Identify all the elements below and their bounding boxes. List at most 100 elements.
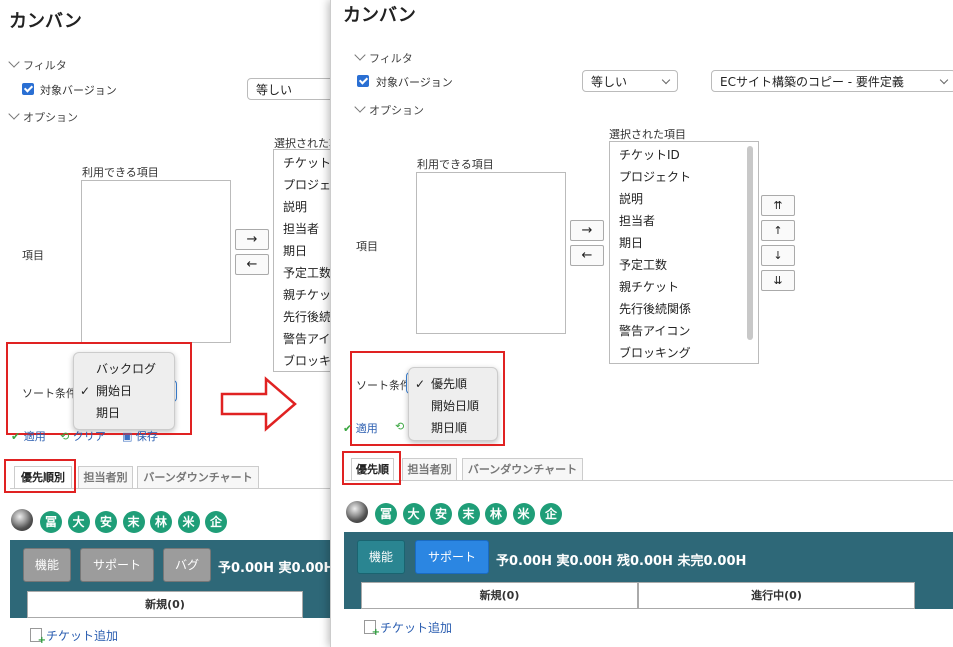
tracker-support-button[interactable]: サポート [80, 548, 154, 582]
add-document-icon [364, 620, 380, 638]
check-icon: ✔ [11, 430, 21, 443]
selected-item[interactable]: 警告アイコン [610, 320, 758, 342]
add-item-button[interactable]: → [235, 229, 269, 250]
selected-item[interactable]: 説明 [610, 188, 758, 210]
remove-item-button[interactable]: ← [235, 254, 269, 275]
selected-items-label: 選択された項目 [609, 128, 686, 141]
remove-item-button[interactable]: ← [570, 245, 604, 266]
selected-items-list[interactable]: チケット プロジェ 説明 担当者 期日 予定工数 親チケッ 先行後続 警告アイ ブロッキ [273, 149, 330, 372]
check-icon: ✔ [343, 422, 353, 435]
add-ticket-link[interactable]: チケット追加 [30, 627, 118, 646]
available-items-label: 利用できる項目 [417, 158, 494, 171]
selected-item[interactable]: 親チケッ [274, 284, 330, 306]
column-in-progress-header: 進行中(0) [638, 582, 915, 609]
user-badge[interactable]: 安 [430, 503, 452, 525]
hours-summary: 予0.00H 実0.00H 残0.00H 未完0.00H [496, 554, 747, 569]
selected-item[interactable]: 先行後続 [274, 306, 330, 328]
available-items-list[interactable] [81, 180, 231, 343]
user-badge[interactable]: 末 [122, 511, 145, 533]
highlight-box [4, 459, 76, 493]
user-badge[interactable]: 林 [150, 511, 172, 533]
selected-items-list[interactable]: チケットID プロジェクト 説明 担当者 期日 予定工数 親チケット 先行後続関係 警告アイコン… [609, 141, 759, 364]
selected-item[interactable]: 期日 [610, 232, 758, 254]
tracker-feature-button[interactable]: 機能 [357, 540, 405, 574]
right-arrow-icon [220, 376, 297, 432]
chevron-down-icon [8, 108, 20, 120]
clear-link[interactable]: ⟲ クリア [60, 428, 106, 444]
available-items-label: 利用できる項目 [82, 166, 159, 179]
version-checkbox[interactable] [22, 83, 34, 95]
filter-section-toggle[interactable]: フィルタ [8, 56, 67, 73]
operator-select[interactable]: 等しい [247, 78, 330, 100]
move-bottom-button[interactable]: ⇊ [761, 270, 795, 291]
right-panel: カンバン フィルタ 対象バージョン 等しい ECサイト構築のコピー - 要件定義… [330, 0, 953, 647]
save-link[interactable]: ▣ 保存 [122, 428, 158, 444]
selected-item[interactable]: プロジェクト [610, 166, 758, 188]
selected-item[interactable]: ブロッキ [274, 350, 330, 371]
user-badge[interactable]: 林 [485, 503, 507, 525]
options-section-toggle[interactable]: オプション [354, 101, 424, 118]
reload-icon: ⟲ [60, 430, 70, 443]
user-badge[interactable]: 米 [177, 511, 200, 533]
add-ticket-link[interactable]: チケット追加 [364, 619, 452, 638]
user-badge[interactable]: 大 [67, 511, 90, 533]
selected-item[interactable]: チケット [274, 152, 330, 174]
selected-item[interactable]: 説明 [274, 196, 330, 218]
user-badge[interactable]: 冨 [375, 503, 397, 525]
user-badge[interactable]: 米 [512, 503, 535, 525]
page-title: カンバン [9, 11, 82, 32]
move-down-button[interactable]: ↓ [761, 245, 795, 266]
reload-icon[interactable]: ⟲ [395, 420, 404, 433]
user-badge[interactable]: 末 [457, 503, 480, 525]
highlight-box [6, 342, 192, 435]
tab-assignee[interactable]: 担当者別 [402, 458, 457, 480]
chevron-down-icon [8, 56, 20, 68]
version-label: 対象バージョン [376, 76, 453, 89]
chevron-down-icon [939, 75, 949, 85]
selected-item[interactable]: 先行後続関係 [610, 298, 758, 320]
tab-burndown[interactable]: バーンダウンチャート [462, 458, 583, 480]
operator-select[interactable]: 等しい [582, 70, 678, 92]
selected-item[interactable]: 予定工数 [274, 262, 330, 284]
list-scrollbar[interactable] [747, 146, 753, 340]
version-checkbox[interactable] [357, 75, 369, 87]
move-top-button[interactable]: ⇈ [761, 195, 795, 216]
available-items-list[interactable] [416, 172, 566, 334]
column-new-header: 新規(0) [27, 591, 303, 618]
user-badge[interactable]: 冨 [40, 511, 62, 533]
selected-item[interactable]: 親チケット [610, 276, 758, 298]
tracker-support-button[interactable]: サポート [415, 540, 489, 574]
user-badge[interactable]: 安 [95, 511, 117, 533]
hours-summary: 予0.00H 実0.00H [218, 561, 330, 576]
chevron-down-icon [354, 101, 366, 113]
selected-item[interactable]: 担当者 [274, 218, 330, 240]
apply-link[interactable]: ✔ 適用 [11, 428, 46, 444]
user-badge[interactable]: 企 [540, 503, 562, 525]
chevron-down-icon [354, 49, 366, 61]
selected-item[interactable]: 期日 [274, 240, 330, 262]
options-section-toggle[interactable]: オプション [8, 108, 78, 125]
move-up-button[interactable]: ↑ [761, 220, 795, 241]
filter-section-toggle[interactable]: フィルタ [354, 49, 413, 66]
selected-item[interactable]: ブロッキング [610, 342, 758, 363]
user-badge[interactable]: 企 [205, 511, 227, 533]
tracker-feature-button[interactable]: 機能 [23, 548, 71, 582]
avatar[interactable] [11, 509, 33, 531]
selected-item[interactable]: 警告アイ [274, 328, 330, 350]
selected-item[interactable]: プロジェ [274, 174, 330, 196]
chevron-down-icon [661, 75, 671, 85]
selected-item[interactable]: チケットID [610, 144, 758, 166]
apply-link[interactable]: ✔ 適用 [343, 420, 378, 436]
tab-burndown[interactable]: バーンダウンチャート [137, 466, 259, 488]
highlight-box [342, 451, 401, 485]
add-item-button[interactable]: → [570, 220, 604, 241]
column-new-header: 新規(0) [361, 582, 638, 609]
items-label: 項目 [22, 249, 44, 262]
tab-assignee[interactable]: 担当者別 [78, 466, 133, 488]
version-select[interactable]: ECサイト構築のコピー - 要件定義 [711, 70, 953, 92]
user-badge[interactable]: 大 [402, 503, 425, 525]
selected-item[interactable]: 担当者 [610, 210, 758, 232]
tracker-bug-button[interactable]: バグ [163, 548, 211, 582]
avatar[interactable] [346, 501, 368, 523]
selected-item[interactable]: 予定工数 [610, 254, 758, 276]
